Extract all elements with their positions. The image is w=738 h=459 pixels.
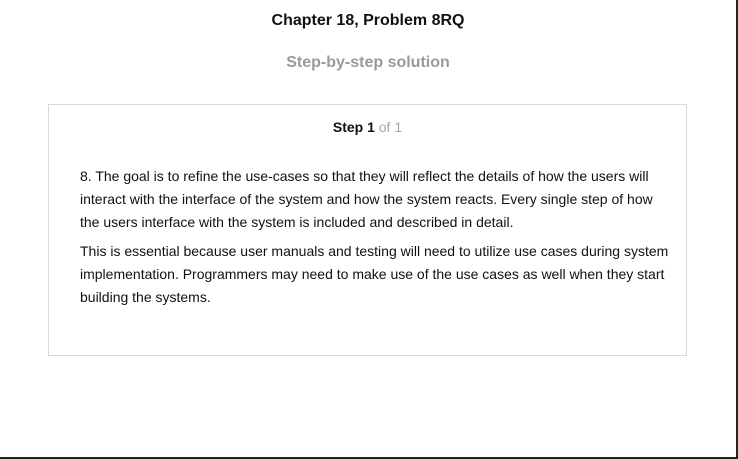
solution-page: Chapter 18, Problem 8RQ Step-by-step sol… [0,0,738,459]
solution-step-card: Step 1 of 1 8. The goal is to refine the… [48,104,687,356]
step-paragraph: 8. The goal is to refine the use-cases s… [80,168,653,230]
step-label: Step 1 [332,119,375,135]
step-paragraph: This is essential because user manuals a… [80,243,669,305]
solution-subtitle: Step-by-step solution [286,54,450,71]
chapter-title: Chapter 18, Problem 8RQ [271,12,465,29]
step-header: Step 1 of 1 [49,119,686,135]
step-body: 8. The goal is to refine the use-cases s… [80,165,670,315]
step-count: of 1 [378,119,403,135]
